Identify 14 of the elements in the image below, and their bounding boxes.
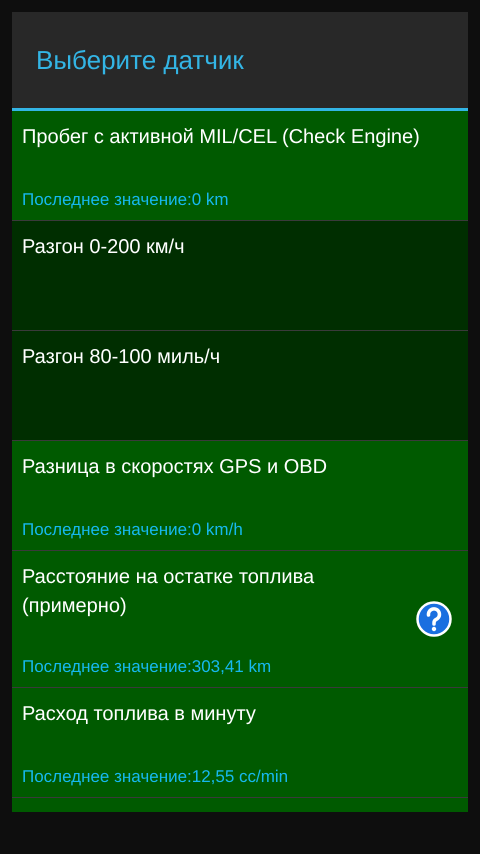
sensor-name: Разгон 80-100 миль/ч xyxy=(22,345,222,370)
last-value: Последнее значение:12,55 cc/min xyxy=(22,767,290,787)
help-icon[interactable] xyxy=(416,601,452,637)
sensor-name: Разгон 0-200 км/ч xyxy=(22,235,186,260)
sensor-name: Расстояние на остатке топлива (примерно) xyxy=(22,565,316,619)
sensor-name: Разница в скоростях GPS и OBD xyxy=(22,455,328,480)
sensor-list-item[interactable]: Разгон 0-200 км/ч xyxy=(12,221,468,331)
last-value: Последнее значение:303,41 km xyxy=(22,657,272,677)
sensor-name: Расход топлива в минуту xyxy=(22,702,257,727)
sensor-name: Пробег с активной MIL/CEL (Check Engine) xyxy=(22,125,421,150)
last-value: Последнее значение:0 km/h xyxy=(22,520,244,540)
last-value: Последнее значение:0 km xyxy=(22,190,230,210)
dialog-title: Выберите датчик xyxy=(36,44,244,76)
sensor-list-item[interactable]: Разгон 80-100 миль/ч xyxy=(12,331,468,441)
